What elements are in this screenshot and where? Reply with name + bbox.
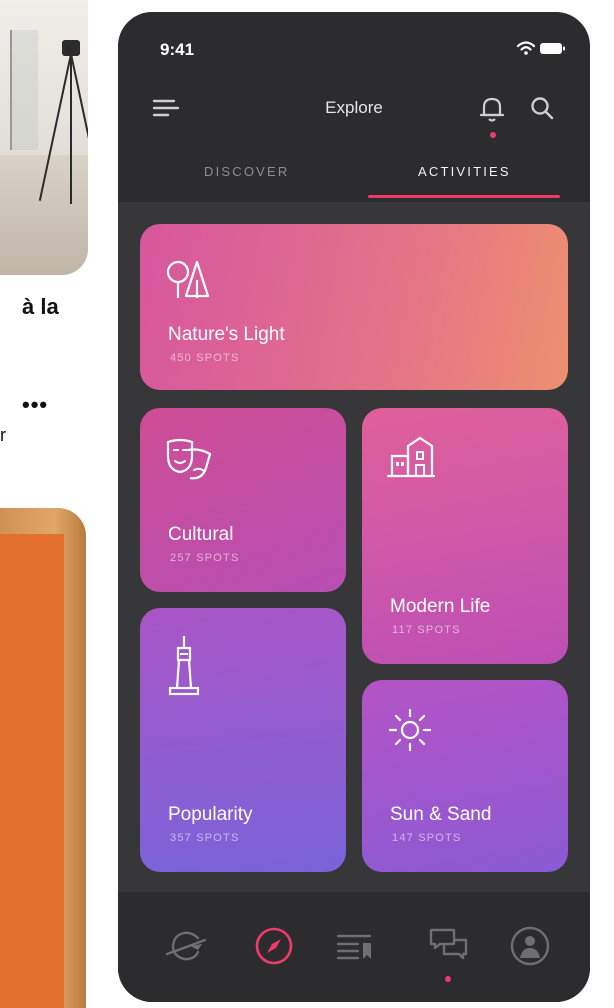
compass-icon[interactable] bbox=[252, 924, 296, 968]
card-title: Nature's Light bbox=[168, 324, 285, 345]
page-title: Explore bbox=[325, 98, 383, 117]
phone-screen: 9:41 Explore DISCOVER ACTIVITIES Nature'… bbox=[118, 12, 590, 1002]
background-more-button[interactable]: ••• bbox=[22, 392, 48, 418]
planet-plane-icon[interactable] bbox=[164, 924, 208, 968]
bottom-navigation bbox=[118, 894, 590, 1002]
top-bar: Explore bbox=[118, 82, 590, 142]
background-stray-text: r bbox=[0, 425, 6, 445]
card-spots-count: 357 SPOTS bbox=[170, 832, 240, 844]
background-caption: à la bbox=[22, 294, 59, 319]
card-natures-light[interactable]: Nature's Light 450 SPOTS bbox=[140, 224, 568, 390]
search-icon[interactable] bbox=[528, 94, 556, 122]
card-spots-count: 147 SPOTS bbox=[392, 832, 462, 844]
active-tab-indicator bbox=[368, 195, 560, 198]
status-bar: 9:41 bbox=[118, 12, 590, 72]
theater-masks-icon bbox=[166, 438, 212, 480]
card-spots-count: 117 SPOTS bbox=[392, 624, 461, 636]
card-title: Sun & Sand bbox=[390, 804, 492, 825]
card-title: Popularity bbox=[168, 804, 253, 825]
card-title: Cultural bbox=[168, 524, 234, 545]
sun-icon bbox=[388, 708, 432, 752]
profile-icon[interactable] bbox=[508, 924, 552, 968]
trees-icon bbox=[166, 260, 210, 298]
chat-notification-dot bbox=[445, 976, 451, 982]
card-sun-and-sand[interactable]: Sun & Sand 147 SPOTS bbox=[362, 680, 568, 872]
list-bookmark-icon[interactable] bbox=[334, 924, 378, 968]
tab-discover[interactable]: DISCOVER bbox=[204, 164, 290, 179]
card-cultural[interactable]: Cultural 257 SPOTS bbox=[140, 408, 346, 592]
notification-dot bbox=[490, 132, 496, 138]
tab-activities[interactable]: ACTIVITIES bbox=[418, 164, 511, 179]
wifi-battery-icon bbox=[516, 41, 565, 55]
buildings-icon bbox=[386, 436, 436, 478]
card-spots-count: 450 SPOTS bbox=[170, 352, 240, 364]
card-title: Modern Life bbox=[390, 596, 491, 617]
card-popularity[interactable]: Popularity 357 SPOTS bbox=[140, 608, 346, 872]
background-photo bbox=[0, 0, 88, 275]
card-modern-life[interactable]: Modern Life 117 SPOTS bbox=[362, 408, 568, 664]
background-board-image bbox=[0, 508, 86, 1008]
bell-icon[interactable] bbox=[478, 94, 506, 124]
tower-icon bbox=[168, 636, 200, 696]
card-spots-count: 257 SPOTS bbox=[170, 552, 240, 564]
status-time: 9:41 bbox=[160, 40, 195, 59]
chat-icon[interactable] bbox=[426, 924, 470, 968]
tab-bar: DISCOVER ACTIVITIES bbox=[118, 152, 590, 202]
